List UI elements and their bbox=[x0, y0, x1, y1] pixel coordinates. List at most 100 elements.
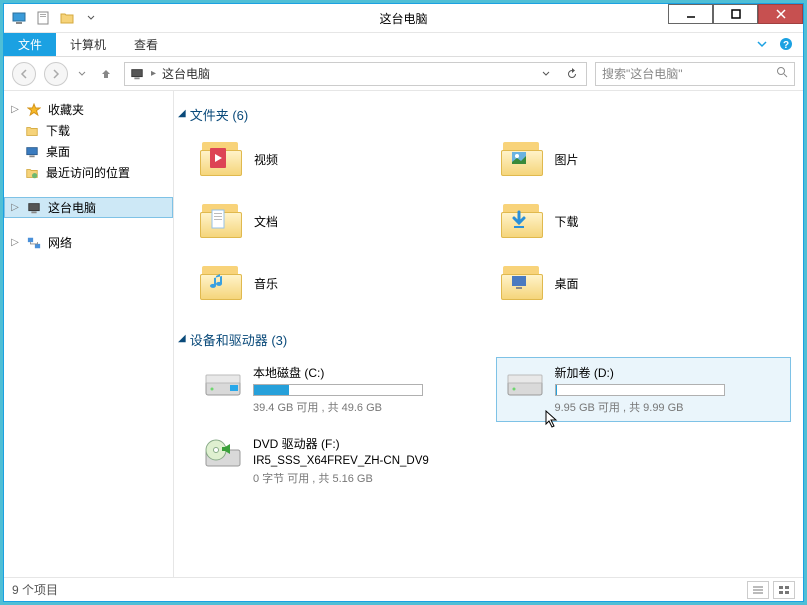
qat-dropdown-icon[interactable] bbox=[80, 7, 102, 29]
drive-meta: 9.95 GB 可用 , 共 9.99 GB bbox=[555, 399, 785, 415]
folder-label: 桌面 bbox=[555, 275, 579, 292]
capacity-bar bbox=[253, 384, 423, 396]
tab-view[interactable]: 查看 bbox=[120, 33, 172, 56]
folder-label: 视频 bbox=[254, 151, 278, 168]
sidebar-desktop[interactable]: 桌面 bbox=[4, 141, 173, 162]
folder-videos[interactable]: 视频 bbox=[194, 132, 491, 186]
download-folder-icon bbox=[24, 123, 40, 139]
drive-subname: IR5_SSS_X64FREV_ZH-CN_DV9 bbox=[253, 455, 483, 467]
maximize-button[interactable] bbox=[713, 4, 758, 24]
folder-open-icon[interactable] bbox=[56, 7, 78, 29]
star-icon bbox=[26, 102, 42, 118]
address-dropdown-icon[interactable] bbox=[536, 64, 556, 84]
chevron-right-icon: ▸ bbox=[151, 68, 156, 79]
forward-button[interactable] bbox=[44, 62, 68, 86]
drive-label: 本地磁盘 (C:) bbox=[253, 364, 483, 381]
folder-pictures[interactable]: 图片 bbox=[495, 132, 792, 186]
capacity-fill bbox=[254, 385, 289, 395]
details-view-button[interactable] bbox=[747, 581, 769, 599]
section-folders-header[interactable]: ◢ 文件夹 (6) bbox=[178, 101, 791, 132]
folder-label: 音乐 bbox=[254, 275, 278, 292]
help-icon[interactable]: ? bbox=[777, 35, 795, 53]
tab-file[interactable]: 文件 bbox=[4, 33, 56, 56]
sidebar-downloads[interactable]: 下载 bbox=[4, 120, 173, 141]
sidebar-recent[interactable]: 最近访问的位置 bbox=[4, 162, 173, 183]
drive-c[interactable]: 本地磁盘 (C:) 39.4 GB 可用 , 共 49.6 GB bbox=[194, 357, 490, 422]
folder-music[interactable]: 音乐 bbox=[194, 256, 491, 310]
documents-folder-icon bbox=[200, 200, 242, 242]
properties-icon[interactable] bbox=[32, 7, 54, 29]
search-icon bbox=[776, 66, 788, 81]
network-icon bbox=[26, 235, 42, 251]
sidebar-this-pc[interactable]: ▷ 这台电脑 bbox=[4, 197, 173, 218]
videos-folder-icon bbox=[200, 138, 242, 180]
desktop-icon bbox=[24, 144, 40, 160]
expand-ribbon-icon[interactable] bbox=[753, 35, 771, 53]
chevron-right-icon: ▷ bbox=[10, 202, 20, 213]
recent-locations-button[interactable] bbox=[76, 70, 88, 78]
folder-documents[interactable]: 文档 bbox=[194, 194, 491, 248]
sidebar-item-label: 网络 bbox=[48, 234, 72, 251]
sidebar-item-label: 下载 bbox=[46, 122, 70, 139]
view-switcher bbox=[747, 581, 795, 599]
hdd-icon bbox=[201, 364, 245, 404]
sidebar-item-label: 这台电脑 bbox=[48, 199, 96, 216]
content-area: ◢ 文件夹 (6) 视频 图片 文档 下载 bbox=[174, 91, 803, 577]
chevron-down-icon: ◢ bbox=[178, 108, 186, 119]
titlebar: 这台电脑 bbox=[4, 4, 803, 33]
window-controls bbox=[668, 4, 803, 24]
status-count: 9 个项目 bbox=[12, 581, 58, 598]
statusbar: 9 个项目 bbox=[4, 577, 803, 601]
sidebar-item-label: 收藏夹 bbox=[48, 101, 84, 118]
music-folder-icon bbox=[200, 262, 242, 304]
section-drives-header[interactable]: ◢ 设备和驱动器 (3) bbox=[178, 326, 791, 357]
sidebar-favorites[interactable]: ▷ 收藏夹 bbox=[4, 99, 173, 120]
ribbon-right: ? bbox=[753, 35, 795, 53]
tab-computer[interactable]: 计算机 bbox=[56, 33, 120, 56]
svg-text:?: ? bbox=[783, 40, 789, 51]
search-input[interactable]: 搜索"这台电脑" bbox=[595, 62, 795, 86]
dvd-icon bbox=[201, 435, 245, 475]
computer-icon bbox=[129, 66, 145, 82]
explorer-window: 这台电脑 文件 计算机 查看 ? ▸ 这台电脑 搜索"这台电脑" bbox=[3, 3, 804, 602]
folder-grid: 视频 图片 文档 下载 音乐 bbox=[178, 132, 791, 310]
folder-downloads[interactable]: 下载 bbox=[495, 194, 792, 248]
close-button[interactable] bbox=[758, 4, 803, 24]
drive-f[interactable]: DVD 驱动器 (F:) IR5_SSS_X64FREV_ZH-CN_DV9 0… bbox=[194, 428, 490, 493]
body: ▷ 收藏夹 下载 桌面 最近访问的位置 bbox=[4, 91, 803, 577]
folder-desktop[interactable]: 桌面 bbox=[495, 256, 792, 310]
folder-label: 下载 bbox=[555, 213, 579, 230]
downloads-folder-icon bbox=[501, 200, 543, 242]
sidebar-network[interactable]: ▷ 网络 bbox=[4, 232, 173, 253]
capacity-bar bbox=[555, 384, 725, 396]
sidebar-item-label: 桌面 bbox=[46, 143, 70, 160]
desktop-folder-icon bbox=[501, 262, 543, 304]
address-row: ▸ 这台电脑 搜索"这台电脑" bbox=[4, 57, 803, 91]
tiles-view-button[interactable] bbox=[773, 581, 795, 599]
drive-label: DVD 驱动器 (F:) bbox=[253, 435, 483, 452]
drive-grid: 本地磁盘 (C:) 39.4 GB 可用 , 共 49.6 GB 新加卷 (D:… bbox=[178, 357, 791, 493]
address-bar[interactable]: ▸ 这台电脑 bbox=[124, 62, 587, 86]
recent-icon bbox=[24, 165, 40, 181]
chevron-down-icon: ◢ bbox=[178, 333, 186, 344]
qat bbox=[4, 7, 102, 29]
breadcrumb[interactable]: 这台电脑 bbox=[162, 65, 210, 82]
chevron-right-icon: ▷ bbox=[10, 237, 20, 248]
refresh-icon[interactable] bbox=[562, 64, 582, 84]
computer-icon bbox=[26, 200, 42, 216]
section-title: 设备和驱动器 (3) bbox=[190, 330, 288, 349]
section-title: 文件夹 (6) bbox=[190, 105, 249, 124]
back-button[interactable] bbox=[12, 62, 36, 86]
minimize-button[interactable] bbox=[668, 4, 713, 24]
up-button[interactable] bbox=[96, 64, 116, 84]
chevron-right-icon: ▷ bbox=[10, 104, 20, 115]
sidebar-item-label: 最近访问的位置 bbox=[46, 164, 130, 181]
drive-label: 新加卷 (D:) bbox=[555, 364, 785, 381]
drive-d[interactable]: 新加卷 (D:) 9.95 GB 可用 , 共 9.99 GB bbox=[496, 357, 792, 422]
search-placeholder: 搜索"这台电脑" bbox=[602, 65, 683, 82]
computer-icon[interactable] bbox=[8, 7, 30, 29]
ribbon: 文件 计算机 查看 ? bbox=[4, 33, 803, 57]
pictures-folder-icon bbox=[501, 138, 543, 180]
sidebar: ▷ 收藏夹 下载 桌面 最近访问的位置 bbox=[4, 91, 174, 577]
drive-meta: 39.4 GB 可用 , 共 49.6 GB bbox=[253, 399, 483, 415]
